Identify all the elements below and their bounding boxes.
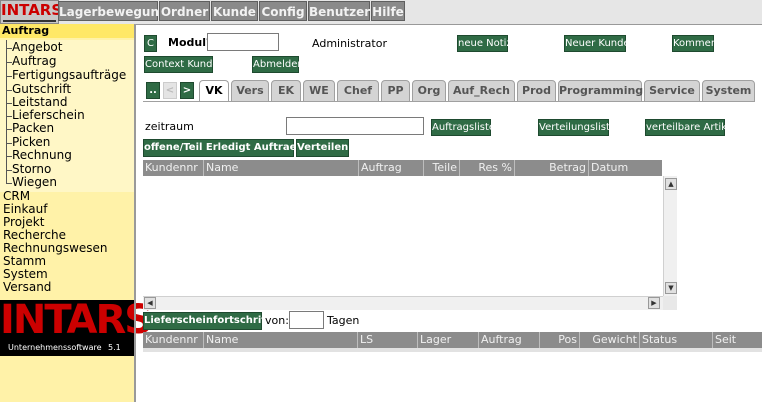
scroll-up-icon[interactable]: ▲ xyxy=(665,178,677,190)
sidebar-item-versand[interactable]: Versand xyxy=(3,281,51,294)
col-name[interactable]: Name xyxy=(204,332,358,348)
nav-first-button[interactable]: .. xyxy=(146,82,160,99)
col-lager[interactable]: Lager xyxy=(418,332,479,348)
col-status[interactable]: Status xyxy=(640,332,713,348)
col-gewicht[interactable]: Gewicht xyxy=(580,332,640,348)
sidebar-divider[interactable] xyxy=(134,24,136,402)
col-auftrag[interactable]: Auftrag xyxy=(479,332,540,348)
auftragsliste-button[interactable]: Auftragsliste xyxy=(431,119,495,136)
sidebar-header-auftrag[interactable]: Auftrag xyxy=(0,24,134,38)
von-label: von: xyxy=(265,314,289,327)
table2-top-row xyxy=(143,348,762,352)
sidebar-item-wiegen[interactable]: Wiegen xyxy=(12,176,57,189)
neuer-kunde-button[interactable]: Neuer Kunde xyxy=(564,35,630,52)
col-kundennr[interactable]: Kundennr xyxy=(143,160,204,176)
menu-kunde[interactable]: Kunde xyxy=(211,1,258,21)
verteilbare-artikel-button[interactable]: verteilbare Artikel xyxy=(645,119,736,136)
menu-hilfe[interactable]: Hilfe xyxy=(371,1,405,21)
menu-benutzer[interactable]: Benutzer xyxy=(308,1,370,21)
table1-vertical-scrollbar[interactable]: ▲ ▼ xyxy=(663,176,677,296)
lieferscheinfortschritt-button[interactable]: Lieferscheinfortschritt xyxy=(143,312,271,330)
context-kunde-button[interactable]: Context Kunde xyxy=(144,56,219,73)
sidebar-item-rechnung[interactable]: Rechnung xyxy=(12,149,72,162)
sidebar-item-angebot[interactable]: Angebot xyxy=(12,41,62,54)
tab-we[interactable]: WE xyxy=(303,80,335,102)
abmelden-button[interactable]: Abmelden xyxy=(252,56,304,73)
tab-system[interactable]: System xyxy=(702,80,755,102)
intars-logo-small: INTARS xyxy=(0,0,63,24)
col-datum[interactable]: Datum xyxy=(589,160,662,176)
tab-vk[interactable]: VK xyxy=(199,80,229,102)
sidebar-item-auftrag[interactable]: Auftrag xyxy=(12,55,56,68)
zeitraum-input[interactable] xyxy=(286,117,424,135)
col-betrag[interactable]: Betrag xyxy=(515,160,589,176)
col-auftrag[interactable]: Auftrag xyxy=(359,160,424,176)
col-ls[interactable]: LS xyxy=(358,332,418,348)
col-teile[interactable]: Teile xyxy=(424,160,460,176)
kommen-button[interactable]: Kommen xyxy=(672,35,717,52)
tab-ek[interactable]: EK xyxy=(271,80,301,102)
scroll-right-icon[interactable]: ▶ xyxy=(648,297,660,309)
verteilen-button[interactable]: Verteilen xyxy=(296,139,349,157)
logo-text: INTARS xyxy=(1,1,63,19)
nav-next-button[interactable]: > xyxy=(180,82,194,99)
neue-notiz-button[interactable]: neue Notiz xyxy=(457,35,512,52)
nav-prev-button[interactable]: < xyxy=(163,82,177,99)
tab-prod[interactable]: Prod xyxy=(517,80,556,102)
menu-config[interactable]: Config xyxy=(259,1,307,21)
logo-version: 5.1 xyxy=(108,343,121,352)
col-pos[interactable]: Pos xyxy=(540,332,580,348)
sidebar-item-packen[interactable]: Packen xyxy=(12,122,54,135)
menu-ordner[interactable]: Ordner xyxy=(159,1,210,21)
col-kundennr[interactable]: Kundennr xyxy=(143,332,204,348)
c-button[interactable]: C xyxy=(144,35,157,52)
modul-input[interactable] xyxy=(207,33,279,51)
menu-lagerbewegung[interactable]: Lagerbewegung xyxy=(58,1,168,21)
table1-header: Kundennr Name Auftrag Teile Res % Betrag… xyxy=(143,160,662,176)
tab-chef[interactable]: Chef xyxy=(337,80,379,102)
modul-label: Modul? xyxy=(168,36,213,49)
tab-programming[interactable]: Programming xyxy=(558,80,643,102)
tab-service[interactable]: Service xyxy=(644,80,700,102)
logo-underline xyxy=(3,20,56,22)
verteilungsliste-button[interactable]: Verteilungsliste xyxy=(538,119,616,136)
table2-header: Kundennr Name LS Lager Auftrag Pos Gewic… xyxy=(143,332,762,348)
intars-logo-big: INTARS xyxy=(0,297,153,343)
tagen-label: Tagen xyxy=(327,314,360,327)
offene-auftraege-button[interactable]: offene/Teil Erledigt Auftraege xyxy=(143,139,310,157)
scroll-down-icon[interactable]: ▼ xyxy=(665,282,677,294)
tab-vers[interactable]: Vers xyxy=(231,80,269,102)
user-name: Administrator xyxy=(312,37,387,50)
von-input[interactable] xyxy=(289,311,324,329)
scrollbar-corner xyxy=(663,296,677,310)
table1-body xyxy=(143,176,677,310)
col-name[interactable]: Name xyxy=(204,160,359,176)
zeitraum-label: zeitraum xyxy=(145,120,194,133)
scroll-left-icon[interactable]: ◀ xyxy=(144,297,156,309)
sidebar-item-fertigungsauftraege[interactable]: Fertigungsaufträge xyxy=(12,69,126,82)
tab-underline xyxy=(143,101,755,102)
col-seit[interactable]: Seit xyxy=(713,332,762,348)
tab-auf-rech[interactable]: Auf_Rech xyxy=(448,80,515,102)
table1-horizontal-scrollbar[interactable]: ◀ ▶ xyxy=(143,296,663,310)
tab-pp[interactable]: PP xyxy=(381,80,410,102)
col-res-percent[interactable]: Res % xyxy=(460,160,515,176)
tab-org[interactable]: Org xyxy=(412,80,446,102)
